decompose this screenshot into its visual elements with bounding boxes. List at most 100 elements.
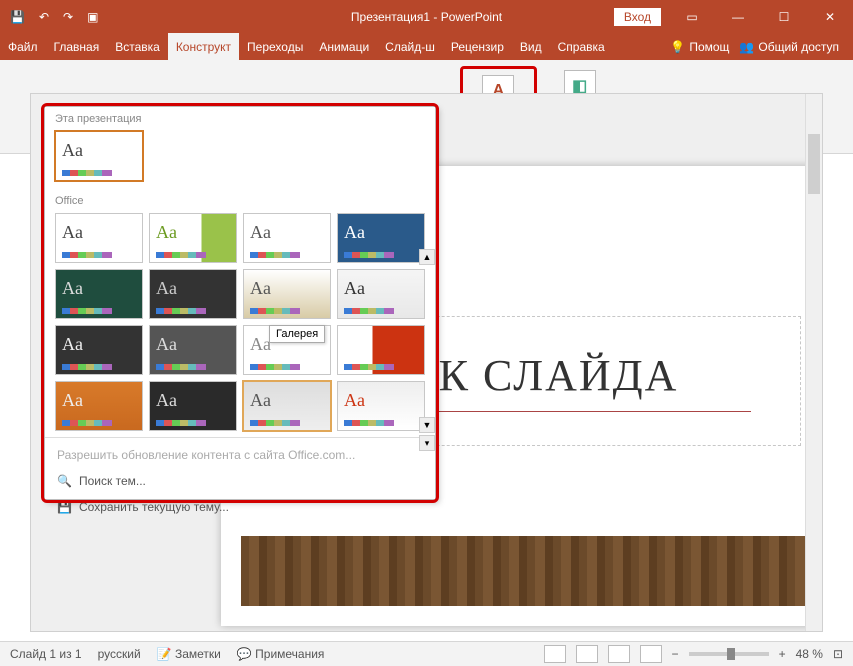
theme-thumb[interactable]: Aa — [337, 325, 425, 375]
sorter-view-button[interactable] — [576, 645, 598, 663]
tab-view[interactable]: Вид — [512, 33, 550, 60]
theme-swatch — [250, 364, 300, 370]
section-office: Office — [45, 189, 435, 209]
tab-review[interactable]: Рецензир — [443, 33, 512, 60]
theme-aa-text: Aa — [344, 334, 365, 355]
scrollbar-thumb[interactable] — [808, 134, 820, 194]
themes-dropdown: Эта презентация Aa Office ▲ ▼ ▾ AaAaAaAa… — [44, 106, 436, 500]
theme-thumb[interactable]: Aa — [243, 213, 331, 263]
theme-thumb[interactable]: Aa — [149, 213, 237, 263]
search-themes-item[interactable]: 🔍 Поиск тем... — [45, 468, 435, 494]
tab-transitions[interactable]: Переходы — [239, 33, 311, 60]
share-button[interactable]: 👥Общий доступ — [739, 40, 839, 54]
theme-thumb[interactable]: Aa — [149, 325, 237, 375]
minimize-icon[interactable]: — — [715, 0, 761, 33]
window-title: Презентация1 - PowerPoint — [351, 10, 502, 24]
ribbon-options-icon[interactable]: ▭ — [669, 0, 715, 33]
slide-decoration — [241, 536, 811, 606]
slide-counter[interactable]: Слайд 1 из 1 — [10, 647, 82, 661]
vertical-scrollbar[interactable] — [805, 94, 822, 631]
tab-home[interactable]: Главная — [46, 33, 108, 60]
tell-me[interactable]: 💡 Помощ — [670, 40, 729, 54]
save-icon[interactable]: 💾 — [10, 10, 25, 24]
theme-swatch — [344, 308, 394, 314]
slideshow-view-button[interactable] — [640, 645, 662, 663]
tab-insert[interactable]: Вставка — [107, 33, 168, 60]
theme-aa-text: Aa — [156, 390, 177, 411]
theme-thumb[interactable]: Aa — [149, 381, 237, 431]
theme-aa-text: Aa — [344, 278, 365, 299]
theme-aa-text: Aa — [156, 278, 177, 299]
tab-file[interactable]: Файл — [0, 33, 46, 60]
fit-window-icon[interactable]: ⊡ — [833, 647, 843, 661]
comments-button[interactable]: 💬 Примечания — [237, 647, 325, 661]
theme-swatch — [344, 252, 394, 258]
theme-swatch — [156, 308, 206, 314]
reading-view-button[interactable] — [608, 645, 630, 663]
ribbon-tabs: Файл Главная Вставка Конструкт Переходы … — [0, 33, 853, 60]
theme-aa-text: Aa — [62, 278, 83, 299]
theme-aa-text: Aa — [62, 140, 83, 161]
save-theme-item[interactable]: 💾 Сохранить текущую тему... — [45, 494, 435, 520]
theme-swatch — [344, 420, 394, 426]
redo-icon[interactable]: ↷ — [63, 10, 73, 24]
save-theme-label: Сохранить текущую тему... — [79, 500, 229, 514]
comments-label: Примечания — [255, 647, 324, 661]
save-icon: 💾 — [57, 500, 71, 514]
qat: 💾 ↶ ↷ ▣ — [0, 10, 98, 24]
theme-aa-text: Aa — [344, 390, 365, 411]
titlebar: 💾 ↶ ↷ ▣ Презентация1 - PowerPoint Вход ▭… — [0, 0, 853, 33]
statusbar-right: − + 48 % ⊡ — [544, 645, 843, 663]
theme-thumb[interactable]: Aa — [243, 269, 331, 319]
theme-aa-text: Aa — [156, 222, 177, 243]
theme-grid: ▲ ▼ ▾ AaAaAaAaAaAaAaAaAaAaAaAaAaAaAaAa — [45, 209, 435, 437]
zoom-knob[interactable] — [727, 648, 735, 660]
bulb-icon: 💡 — [670, 40, 685, 54]
zoom-out-icon[interactable]: − — [672, 647, 679, 661]
scroll-up-icon[interactable]: ▲ — [419, 249, 435, 265]
tab-help[interactable]: Справка — [550, 33, 613, 60]
theme-thumb[interactable]: Aa — [337, 381, 425, 431]
tell-me-label: Помощ — [689, 40, 729, 54]
theme-thumb[interactable]: Aa — [55, 325, 143, 375]
theme-thumb[interactable]: Aa — [55, 213, 143, 263]
theme-swatch — [156, 364, 206, 370]
theme-thumb[interactable]: Aa — [337, 213, 425, 263]
theme-swatch — [156, 252, 206, 258]
zoom-slider[interactable] — [689, 652, 769, 656]
normal-view-button[interactable] — [544, 645, 566, 663]
tab-slideshow[interactable]: Слайд-ш — [377, 33, 443, 60]
tab-animations[interactable]: Анимаци — [311, 33, 377, 60]
theme-swatch — [344, 364, 394, 370]
theme-swatch — [250, 420, 300, 426]
theme-thumb[interactable]: Aa — [55, 269, 143, 319]
theme-swatch — [250, 308, 300, 314]
close-icon[interactable]: ✕ — [807, 0, 853, 33]
theme-aa-text: Aa — [62, 390, 83, 411]
theme-thumb[interactable]: Aa — [149, 269, 237, 319]
zoom-level[interactable]: 48 % — [796, 647, 823, 661]
current-theme-row: Aa — [45, 127, 435, 189]
theme-thumb-current[interactable]: Aa — [55, 131, 143, 181]
language-indicator[interactable]: русский — [98, 647, 141, 661]
maximize-icon[interactable]: ☐ — [761, 0, 807, 33]
start-slideshow-icon[interactable]: ▣ — [87, 10, 98, 24]
theme-thumb[interactable]: Aa — [337, 269, 425, 319]
theme-swatch — [62, 308, 112, 314]
scroll-down-icon[interactable]: ▼ — [419, 417, 435, 433]
theme-thumb[interactable]: Aa — [243, 381, 331, 431]
theme-aa-text: Aa — [250, 222, 271, 243]
theme-swatch — [62, 420, 112, 426]
tab-design[interactable]: Конструкт — [168, 33, 239, 60]
theme-swatch — [250, 252, 300, 258]
enable-updates-item: Разрешить обновление контента с сайта Of… — [45, 442, 435, 468]
notes-button[interactable]: 📝 Заметки — [157, 647, 221, 661]
undo-icon[interactable]: ↶ — [39, 10, 49, 24]
theme-aa-text: Aa — [62, 334, 83, 355]
theme-swatch — [62, 252, 112, 258]
scroll-more-icon[interactable]: ▾ — [419, 435, 435, 451]
enable-updates-label: Разрешить обновление контента с сайта Of… — [57, 448, 355, 462]
login-button[interactable]: Вход — [614, 8, 661, 26]
zoom-in-icon[interactable]: + — [779, 647, 786, 661]
theme-thumb[interactable]: Aa — [55, 381, 143, 431]
